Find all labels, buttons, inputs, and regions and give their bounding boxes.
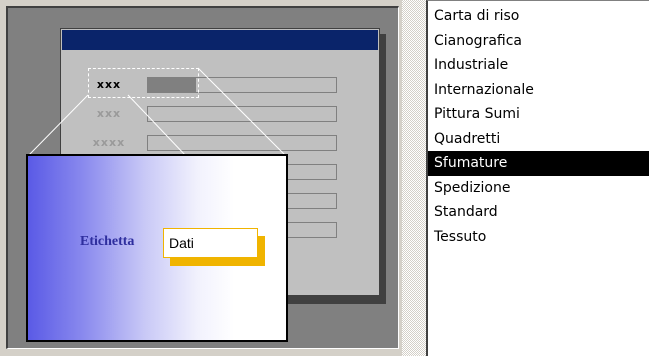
style-list-item[interactable]: Standard	[428, 200, 649, 225]
style-list-item[interactable]: Sfumature	[428, 151, 649, 176]
style-listbox[interactable]: Carta di riso Cianografica Industriale Inte…	[426, 0, 649, 356]
style-preview-pane: xxx xxx xxxx Etichetta Dati	[6, 6, 399, 349]
zoom-line-right	[197, 67, 287, 157]
style-list-item[interactable]: Carta di riso	[428, 4, 649, 29]
zoom-line-left	[27, 94, 89, 157]
style-list-item[interactable]: Tessuto	[428, 225, 649, 250]
sample-label: Etichetta	[80, 234, 135, 249]
style-list-item[interactable]: Internazionale	[428, 78, 649, 103]
zoom-line-middle	[127, 94, 187, 157]
style-list-item[interactable]: Industriale	[428, 53, 649, 78]
sample-data-field: Dati	[163, 228, 258, 258]
style-list-item[interactable]: Quadretti	[428, 127, 649, 152]
style-list-item[interactable]: Pittura Sumi	[428, 102, 649, 127]
style-list-item[interactable]: Spedizione	[428, 176, 649, 201]
zoomed-control-card: Etichetta Dati	[26, 154, 288, 342]
pane-splitter	[402, 0, 426, 356]
style-list-item[interactable]: Cianografica	[428, 29, 649, 54]
